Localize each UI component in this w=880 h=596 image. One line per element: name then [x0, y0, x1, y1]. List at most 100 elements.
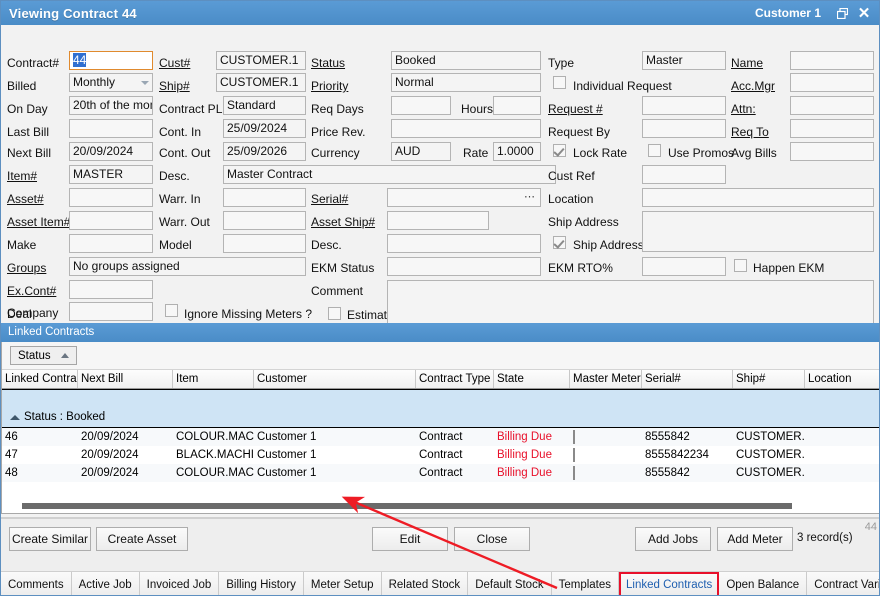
acc-mgr-input[interactable]: [790, 73, 874, 92]
column-header-state[interactable]: State: [494, 370, 570, 388]
tab-contract-variations[interactable]: Contract Variations: [807, 572, 880, 596]
lock-rate-checkbox[interactable]: [553, 144, 566, 157]
label-cust-ref: Cust Ref: [548, 169, 595, 183]
create-similar-button[interactable]: Create Similar: [9, 527, 91, 551]
master-meter-checkbox-icon[interactable]: [573, 430, 575, 444]
req-days-input[interactable]: [391, 96, 451, 115]
currency-input[interactable]: AUD: [391, 142, 451, 161]
desc-input[interactable]: Master Contract: [223, 165, 556, 184]
restore-icon[interactable]: [831, 2, 853, 24]
label-billed: Billed: [7, 79, 36, 93]
contract-no-input[interactable]: 44: [69, 51, 153, 70]
groups-input[interactable]: No groups assigned: [69, 257, 306, 276]
on-day-input[interactable]: 20th of the month: [69, 96, 153, 115]
attn-input[interactable]: [790, 96, 874, 115]
tab-comments[interactable]: Comments: [1, 572, 72, 596]
rate-input[interactable]: 1.0000: [493, 142, 541, 161]
ekm-rto-input[interactable]: [642, 257, 726, 276]
ship-no-input[interactable]: CUSTOMER.1: [216, 73, 306, 92]
group-by-status-chip[interactable]: Status: [10, 346, 77, 365]
collapse-triangle-icon[interactable]: [10, 415, 20, 420]
lookup-ellipsis-icon[interactable]: ⋯: [524, 192, 536, 203]
column-header-serial-no[interactable]: Serial#: [642, 370, 733, 388]
master-meter-checkbox-icon[interactable]: [573, 448, 575, 462]
last-bill-input[interactable]: [69, 119, 153, 138]
use-promos-checkbox[interactable]: [648, 144, 661, 157]
add-meter-button[interactable]: Add Meter: [717, 527, 793, 551]
master-meter-checkbox-icon[interactable]: [573, 466, 575, 480]
add-jobs-button[interactable]: Add Jobs: [635, 527, 711, 551]
close-icon[interactable]: ✕: [853, 2, 875, 24]
req-to-input[interactable]: [790, 119, 874, 138]
priority-input[interactable]: Normal: [391, 73, 541, 92]
next-bill-input[interactable]: 20/09/2024: [69, 142, 153, 161]
label-status: Status: [311, 56, 345, 70]
ignore-missing-meters-checkbox[interactable]: [165, 304, 178, 317]
happen-ekm-checkbox[interactable]: [734, 259, 747, 272]
cust-no-input[interactable]: CUSTOMER.1: [216, 51, 306, 70]
tab-default-stock[interactable]: Default Stock: [468, 572, 551, 596]
grid-horizontal-scrollbar[interactable]: [5, 503, 879, 510]
cust-ref-input[interactable]: [642, 165, 726, 184]
warr-out-input[interactable]: [223, 211, 306, 230]
comment-textarea[interactable]: [387, 280, 874, 324]
desc2-input[interactable]: [387, 234, 541, 253]
tab-open-balance[interactable]: Open Balance: [719, 572, 807, 596]
contract-no-value: 44: [73, 53, 86, 67]
close-button[interactable]: Close: [454, 527, 530, 551]
deal-input[interactable]: [69, 302, 153, 321]
warr-in-input[interactable]: [223, 188, 306, 207]
table-row[interactable]: 46 20/09/2024 COLOUR.MACHI Customer 1 Co…: [2, 428, 880, 446]
tab-billing-history[interactable]: Billing History: [219, 572, 304, 596]
column-header-linked-contract-no[interactable]: Linked Contract#: [2, 370, 78, 388]
individual-request-checkbox[interactable]: [553, 76, 566, 89]
name-input[interactable]: [790, 51, 874, 70]
contract-pl-input[interactable]: Standard: [223, 96, 306, 115]
price-rev-input[interactable]: [391, 119, 541, 138]
column-header-customer[interactable]: Customer: [254, 370, 416, 388]
make-input[interactable]: [69, 234, 153, 253]
avg-bills-input[interactable]: [790, 142, 874, 161]
ship-address-textarea[interactable]: [642, 211, 874, 252]
column-header-ship-no[interactable]: Ship#: [733, 370, 805, 388]
edit-button[interactable]: Edit: [372, 527, 448, 551]
tab-linked-contracts[interactable]: Linked Contracts: [619, 572, 719, 596]
cont-in-input[interactable]: 25/09/2024: [223, 119, 306, 138]
label-cust-no: Cust#: [159, 56, 190, 70]
column-header-item[interactable]: Item: [173, 370, 254, 388]
tab-meter-setup[interactable]: Meter Setup: [304, 572, 382, 596]
tab-templates[interactable]: Templates: [552, 572, 619, 596]
status-input[interactable]: Booked: [391, 51, 541, 70]
ship-address-checkbox[interactable]: [553, 236, 566, 249]
type-input[interactable]: Master: [642, 51, 726, 70]
label-acc-mgr: Acc.Mgr: [731, 79, 775, 93]
item-no-input[interactable]: MASTER: [69, 165, 153, 184]
location-input[interactable]: [642, 188, 874, 207]
column-header-location[interactable]: Location: [805, 370, 880, 388]
grid-group-row[interactable]: Status : Booked: [2, 389, 880, 428]
serial-no-input[interactable]: ⋯: [387, 188, 541, 207]
hours-input[interactable]: [493, 96, 541, 115]
model-input[interactable]: [223, 234, 306, 253]
request-no-input[interactable]: [642, 96, 726, 115]
label-happen-ekm: Happen EKM: [753, 261, 824, 275]
request-by-input[interactable]: [642, 119, 726, 138]
tab-related-stock[interactable]: Related Stock: [382, 572, 469, 596]
cont-out-input[interactable]: 25/09/2026: [223, 142, 306, 161]
billed-select[interactable]: Monthly: [69, 73, 153, 92]
ekm-status-input[interactable]: [387, 257, 541, 276]
tab-active-job[interactable]: Active Job: [72, 572, 140, 596]
asset-no-input[interactable]: [69, 188, 153, 207]
table-row[interactable]: 48 20/09/2024 COLOUR.MACHI Customer 1 Co…: [2, 464, 880, 482]
table-row[interactable]: 47 20/09/2024 BLACK.MACHINE Customer 1 C…: [2, 446, 880, 464]
create-asset-button[interactable]: Create Asset: [96, 527, 188, 551]
asset-ship-no-input[interactable]: [387, 211, 489, 230]
tab-invoiced-job[interactable]: Invoiced Job: [140, 572, 220, 596]
estimate-checkbox[interactable]: [328, 307, 341, 320]
column-header-contract-type[interactable]: Contract Type: [416, 370, 494, 388]
ex-cont-no-input[interactable]: [69, 280, 153, 299]
column-header-master-meter[interactable]: Master Meter: [570, 370, 642, 388]
column-header-next-bill[interactable]: Next Bill: [78, 370, 173, 388]
scrollbar-thumb[interactable]: [22, 503, 792, 509]
asset-item-no-input[interactable]: [69, 211, 153, 230]
